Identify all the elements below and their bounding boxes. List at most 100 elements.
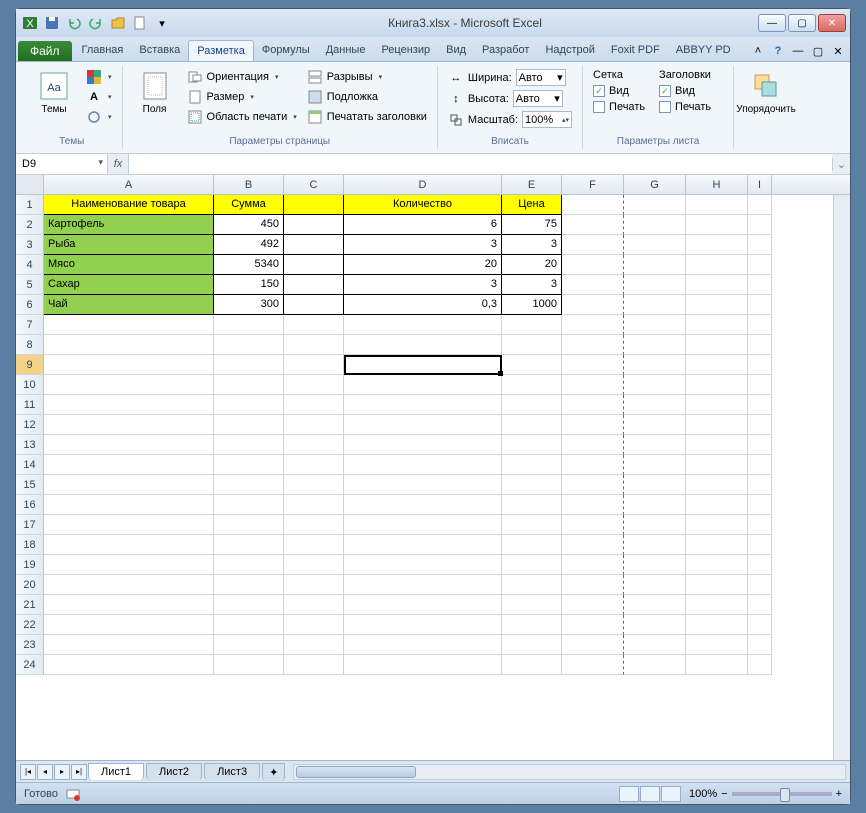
cell-H23[interactable] (686, 635, 748, 655)
cell-I22[interactable] (748, 615, 772, 635)
cell-G15[interactable] (624, 475, 686, 495)
cell-B1[interactable]: Сумма (214, 195, 284, 215)
cell-I1[interactable] (748, 195, 772, 215)
cell-E20[interactable] (502, 575, 562, 595)
cell-H12[interactable] (686, 415, 748, 435)
cell-B4[interactable]: 5340 (214, 255, 284, 275)
cell-C7[interactable] (284, 315, 344, 335)
ribbon-tab-0[interactable]: Главная (74, 40, 132, 61)
cell-E23[interactable] (502, 635, 562, 655)
cell-F19[interactable] (562, 555, 624, 575)
cell-A18[interactable] (44, 535, 214, 555)
cell-B15[interactable] (214, 475, 284, 495)
open-icon[interactable] (108, 13, 128, 33)
cell-F4[interactable] (562, 255, 624, 275)
save-icon[interactable] (42, 13, 62, 33)
cell-I15[interactable] (748, 475, 772, 495)
cell-A4[interactable]: Мясо (44, 255, 214, 275)
qat-customize-icon[interactable]: ▾ (152, 13, 172, 33)
cell-F7[interactable] (562, 315, 624, 335)
cell-B7[interactable] (214, 315, 284, 335)
cell-E7[interactable] (502, 315, 562, 335)
name-box[interactable]: D9 (16, 154, 108, 174)
row-header-22[interactable]: 22 (16, 615, 44, 635)
cell-G19[interactable] (624, 555, 686, 575)
vertical-scrollbar[interactable] (833, 195, 850, 760)
cell-F23[interactable] (562, 635, 624, 655)
cell-I17[interactable] (748, 515, 772, 535)
horizontal-scrollbar[interactable] (293, 764, 846, 780)
cell-B23[interactable] (214, 635, 284, 655)
cell-F24[interactable] (562, 655, 624, 675)
row-header-24[interactable]: 24 (16, 655, 44, 675)
cell-E5[interactable]: 3 (502, 275, 562, 295)
excel-icon[interactable]: X (20, 13, 40, 33)
cell-D24[interactable] (344, 655, 502, 675)
cell-A15[interactable] (44, 475, 214, 495)
cell-G18[interactable] (624, 535, 686, 555)
theme-colors-button[interactable]: ▾ (84, 68, 114, 86)
cell-F22[interactable] (562, 615, 624, 635)
sheet-nav-last-icon[interactable]: ▸| (71, 764, 87, 780)
cell-B24[interactable] (214, 655, 284, 675)
cell-D22[interactable] (344, 615, 502, 635)
cell-A1[interactable]: Наименование товара (44, 195, 214, 215)
cell-A24[interactable] (44, 655, 214, 675)
window-restore-icon[interactable]: ▢ (808, 41, 828, 61)
themes-button[interactable]: Aa Темы (30, 68, 78, 117)
cell-B19[interactable] (214, 555, 284, 575)
row-header-21[interactable]: 21 (16, 595, 44, 615)
cell-A5[interactable]: Сахар (44, 275, 214, 295)
cell-C17[interactable] (284, 515, 344, 535)
page-break-view-button[interactable] (661, 786, 681, 802)
orientation-button[interactable]: Ориентация▾ (185, 68, 299, 86)
cell-G10[interactable] (624, 375, 686, 395)
row-header-20[interactable]: 20 (16, 575, 44, 595)
cell-C11[interactable] (284, 395, 344, 415)
cell-E16[interactable] (502, 495, 562, 515)
cell-C6[interactable] (284, 295, 344, 315)
cell-F2[interactable] (562, 215, 624, 235)
cell-H18[interactable] (686, 535, 748, 555)
sheet-tab-1[interactable]: Лист2 (146, 763, 202, 780)
cell-B6[interactable]: 300 (214, 295, 284, 315)
ribbon-tab-2[interactable]: Разметка (188, 40, 254, 61)
cell-F15[interactable] (562, 475, 624, 495)
ribbon-tab-9[interactable]: Foxit PDF (603, 40, 668, 61)
cell-C19[interactable] (284, 555, 344, 575)
cell-D2[interactable]: 6 (344, 215, 502, 235)
cell-C13[interactable] (284, 435, 344, 455)
cell-I20[interactable] (748, 575, 772, 595)
cell-G6[interactable] (624, 295, 686, 315)
cell-H5[interactable] (686, 275, 748, 295)
expand-formula-bar-icon[interactable]: ⌄ (832, 158, 850, 171)
row-header-14[interactable]: 14 (16, 455, 44, 475)
column-header-A[interactable]: A (44, 175, 214, 194)
cell-B20[interactable] (214, 575, 284, 595)
cell-I23[interactable] (748, 635, 772, 655)
zoom-slider[interactable] (732, 792, 832, 796)
undo-icon[interactable] (64, 13, 84, 33)
cell-H21[interactable] (686, 595, 748, 615)
ribbon-tab-3[interactable]: Формулы (254, 40, 318, 61)
cell-I18[interactable] (748, 535, 772, 555)
ribbon-tab-8[interactable]: Надстрой (537, 40, 602, 61)
cell-I5[interactable] (748, 275, 772, 295)
cell-E14[interactable] (502, 455, 562, 475)
row-header-5[interactable]: 5 (16, 275, 44, 295)
cell-C14[interactable] (284, 455, 344, 475)
cell-D21[interactable] (344, 595, 502, 615)
cell-E17[interactable] (502, 515, 562, 535)
cell-B14[interactable] (214, 455, 284, 475)
cell-D19[interactable] (344, 555, 502, 575)
cell-H15[interactable] (686, 475, 748, 495)
cell-I16[interactable] (748, 495, 772, 515)
ribbon-tab-7[interactable]: Разработ (474, 40, 537, 61)
cell-E2[interactable]: 75 (502, 215, 562, 235)
margins-button[interactable]: Поля (131, 68, 179, 117)
cell-I21[interactable] (748, 595, 772, 615)
cell-H16[interactable] (686, 495, 748, 515)
cell-H24[interactable] (686, 655, 748, 675)
ribbon-tab-5[interactable]: Рецензир (373, 40, 438, 61)
cell-I6[interactable] (748, 295, 772, 315)
